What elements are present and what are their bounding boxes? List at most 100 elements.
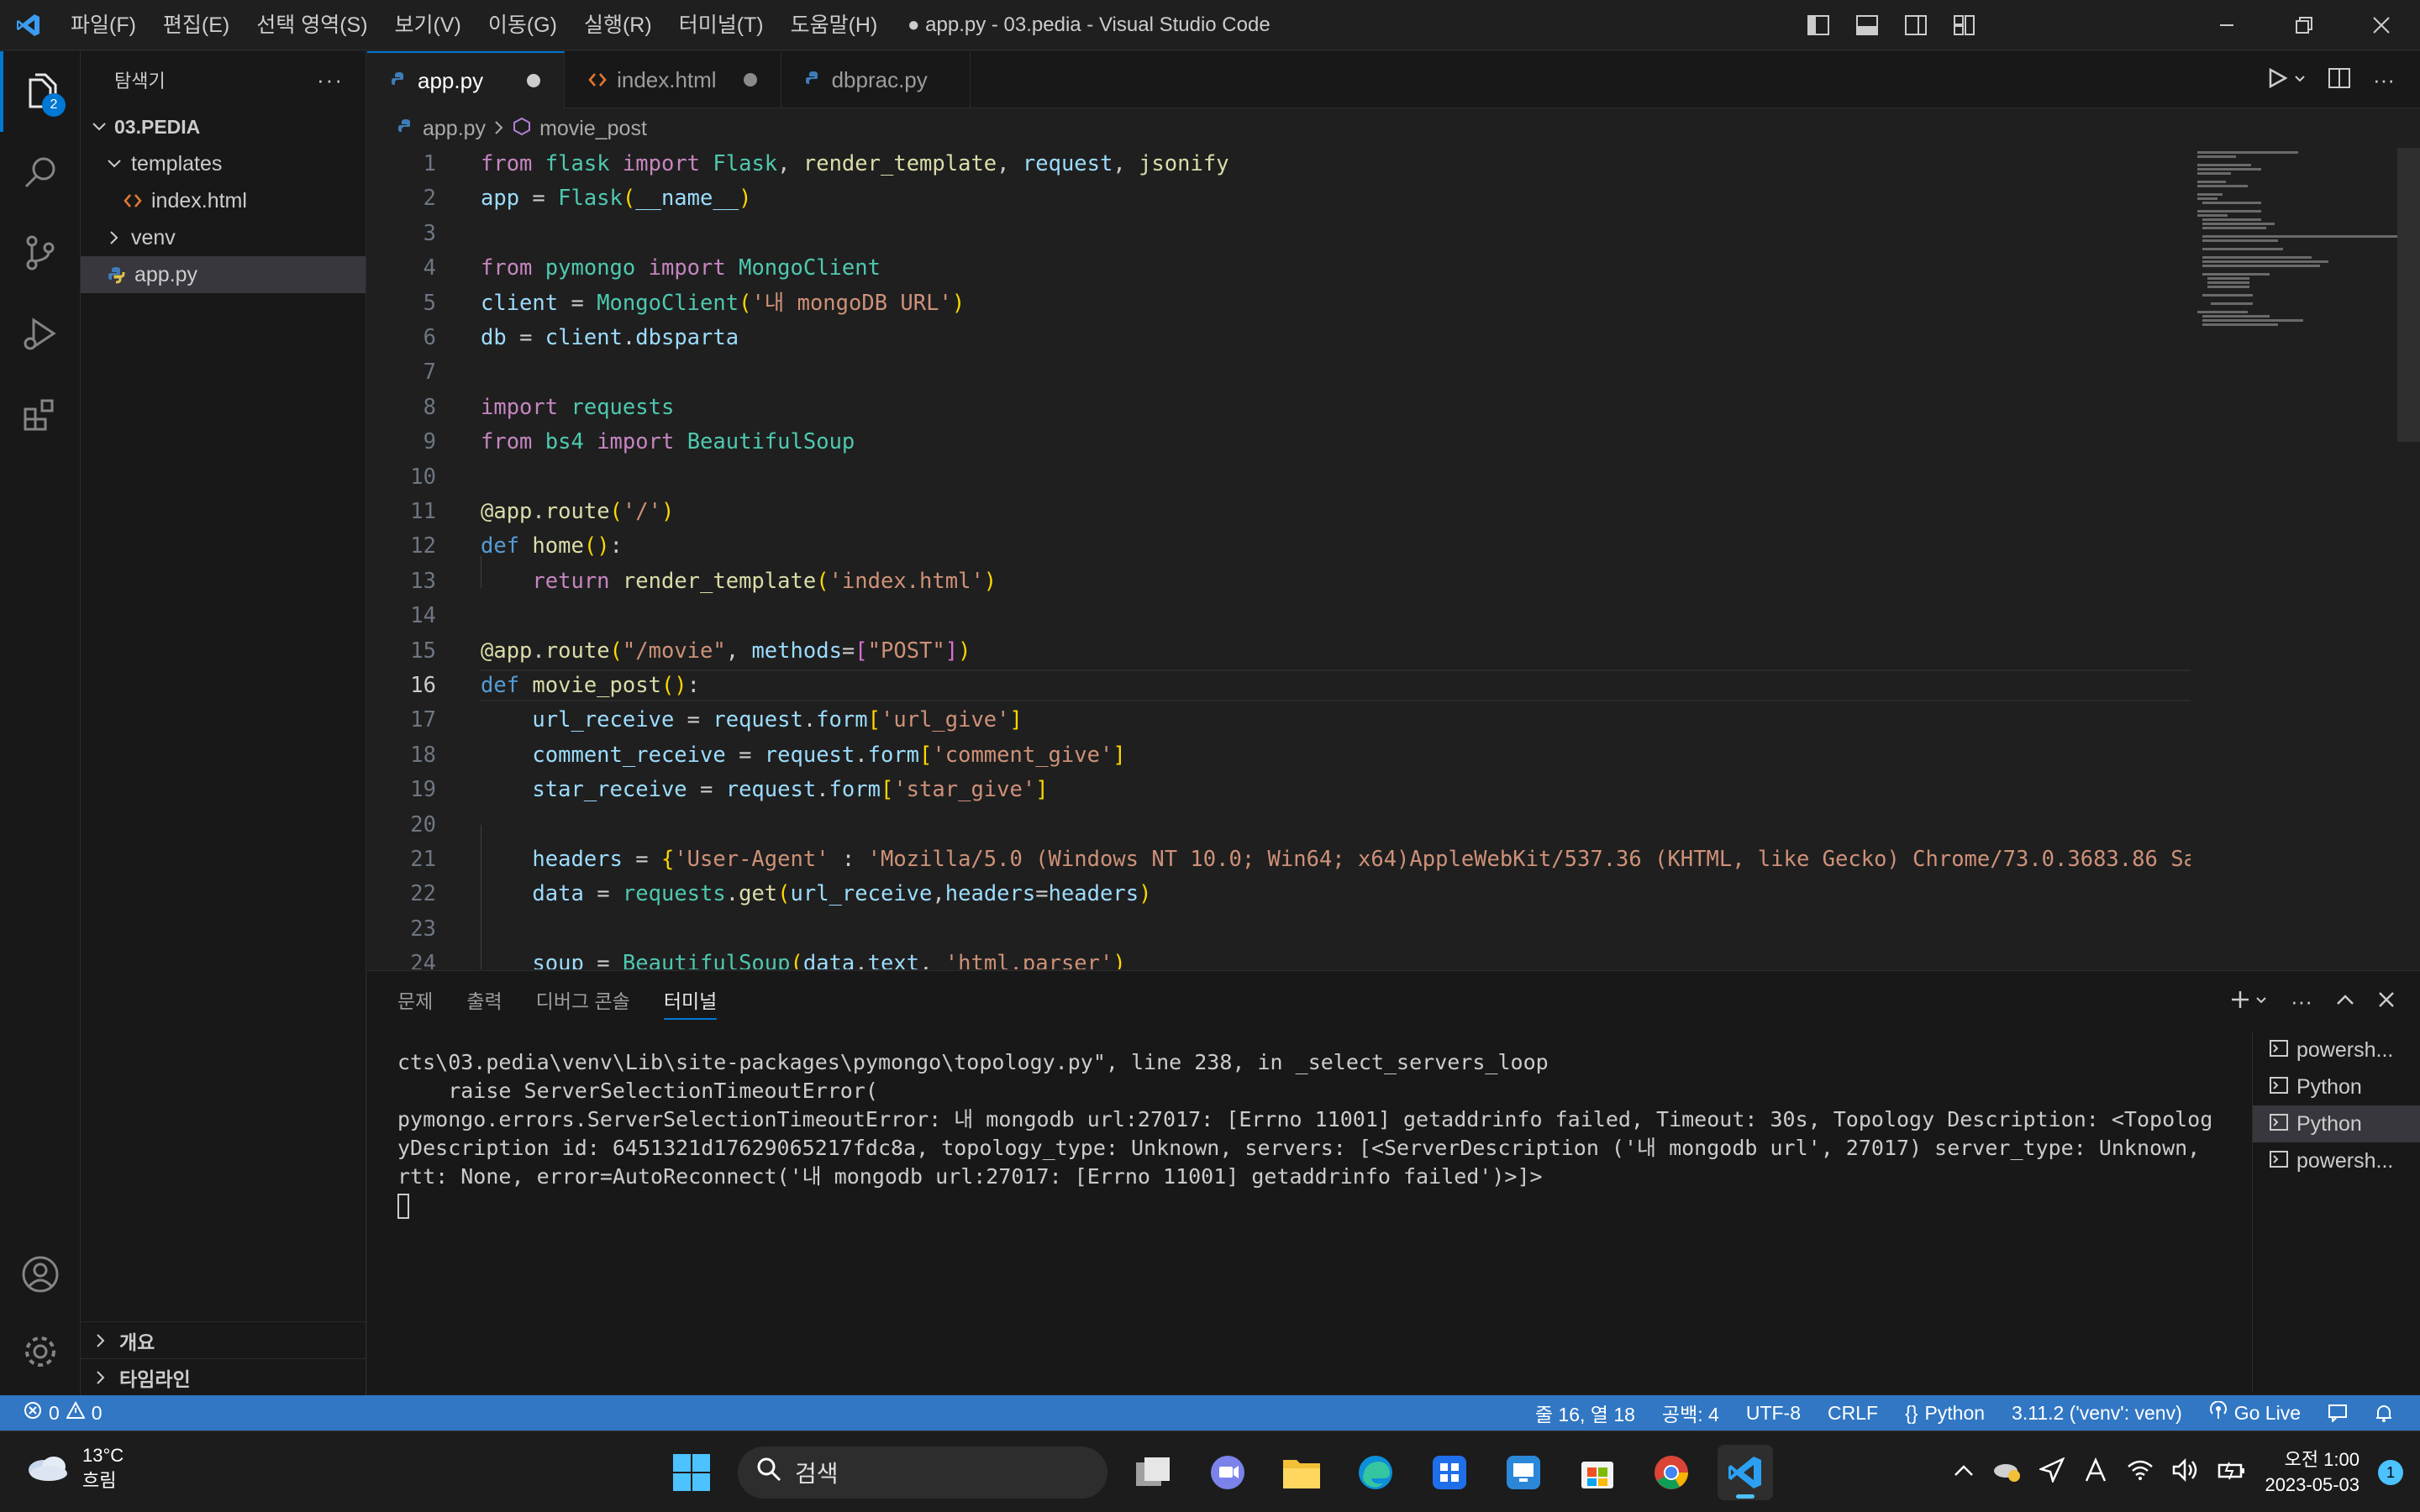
- toggle-panel-icon[interactable]: [1849, 7, 1886, 44]
- task-view-icon[interactable]: [1126, 1445, 1181, 1500]
- tab-terminal[interactable]: 터미널: [663, 983, 718, 1020]
- tab-debug-console[interactable]: 디버그 콘솔: [536, 983, 630, 1020]
- language-mode[interactable]: {} Python: [1891, 1395, 1998, 1431]
- teams-chat-icon[interactable]: [1200, 1445, 1255, 1500]
- menu-terminal[interactable]: 터미널(T): [666, 7, 777, 44]
- menu-view[interactable]: 보기(V): [381, 7, 475, 44]
- terminal-output[interactable]: cts\03.pedia\venv\Lib\site-packages\pymo…: [397, 1048, 2420, 1220]
- search-icon[interactable]: [0, 132, 81, 213]
- accounts-icon[interactable]: [0, 1234, 81, 1315]
- code-editor[interactable]: 1 from flask import Flask, render_templat…: [367, 148, 2191, 969]
- customize-layout-icon[interactable]: [1946, 7, 1983, 44]
- restore-icon[interactable]: [2265, 0, 2343, 50]
- split-editor-icon[interactable]: [2328, 67, 2351, 93]
- run-python-file-icon[interactable]: [2267, 67, 2288, 93]
- explorer-icon[interactable]: 2: [0, 51, 81, 132]
- go-live-button[interactable]: Go Live: [2196, 1395, 2314, 1431]
- editor-scrollbar[interactable]: [2397, 148, 2420, 969]
- close-panel-icon[interactable]: [2378, 991, 2395, 1012]
- minimize-icon[interactable]: [2188, 0, 2265, 50]
- chevron-right-icon: [89, 1370, 113, 1385]
- chrome-browser-icon[interactable]: [1644, 1445, 1699, 1500]
- modified-dot-icon[interactable]: [527, 74, 541, 87]
- encoding[interactable]: UTF-8: [1733, 1395, 1814, 1431]
- code-line: 2 app = Flask(__name__): [423, 186, 752, 212]
- chevron-up-icon[interactable]: [1954, 1463, 1974, 1481]
- app-widget-icon[interactable]: [1422, 1445, 1477, 1500]
- weather-temp: 13°C: [82, 1445, 124, 1466]
- microsoft-store-icon[interactable]: [1570, 1445, 1625, 1500]
- scroll-thumb[interactable]: [2397, 148, 2420, 442]
- tree-item-app-py[interactable]: app.py: [81, 256, 366, 293]
- close-icon[interactable]: [2343, 0, 2420, 50]
- cursor-position[interactable]: 줄 16, 열 18: [1522, 1395, 1649, 1431]
- more-actions-icon[interactable]: ···: [2373, 67, 2395, 93]
- windows-start-icon[interactable]: [664, 1445, 719, 1500]
- toggle-primary-sidebar-icon[interactable]: [1800, 7, 1837, 44]
- extensions-icon[interactable]: [0, 374, 81, 454]
- clock[interactable]: 오전 1:00 2023-05-03: [2265, 1447, 2360, 1498]
- new-terminal-icon[interactable]: [2230, 990, 2250, 1014]
- menu-file[interactable]: 파일(F): [57, 7, 150, 44]
- taskbar-search[interactable]: 검색: [738, 1446, 1107, 1499]
- modified-dot-icon[interactable]: [743, 73, 757, 87]
- remote-desktop-icon[interactable]: [1496, 1445, 1551, 1500]
- maximize-panel-icon[interactable]: [2336, 994, 2354, 1010]
- tab-index-html[interactable]: index.html: [565, 51, 781, 108]
- chevron-down-icon[interactable]: [2294, 72, 2306, 87]
- tree-item-index-html[interactable]: index.html: [81, 182, 366, 219]
- problems-status[interactable]: 0 0: [0, 1395, 116, 1431]
- tree-item-templates[interactable]: templates: [81, 145, 366, 182]
- volume-icon[interactable]: [2172, 1457, 2199, 1486]
- vscode-taskbar-icon[interactable]: [1718, 1444, 1773, 1500]
- edge-browser-icon[interactable]: [1348, 1445, 1403, 1500]
- menu-run[interactable]: 실행(R): [571, 7, 666, 44]
- more-actions-icon[interactable]: ···: [317, 67, 344, 93]
- cloud-icon: [25, 1450, 71, 1488]
- file-explorer-icon[interactable]: [1274, 1445, 1329, 1500]
- ime-indicator-icon[interactable]: [2083, 1457, 2108, 1487]
- error-icon: [24, 1401, 42, 1425]
- terminal-item-powershell-2[interactable]: powersh...: [2253, 1142, 2420, 1179]
- notification-badge[interactable]: 1: [2378, 1459, 2403, 1485]
- indentation[interactable]: 공백: 4: [1649, 1395, 1733, 1431]
- menu-help[interactable]: 도움말(H): [777, 7, 892, 44]
- onedrive-icon[interactable]: [1992, 1457, 2021, 1487]
- tab-problems[interactable]: 문제: [397, 983, 433, 1020]
- tree-item-venv[interactable]: venv: [81, 219, 366, 256]
- more-actions-icon[interactable]: ···: [2291, 989, 2312, 1015]
- tab-app-py[interactable]: app.py: [367, 51, 566, 108]
- toggle-secondary-sidebar-icon[interactable]: [1897, 7, 1934, 44]
- outline-section[interactable]: 개요: [81, 1321, 366, 1358]
- title-bar: 파일(F) 편집(E) 선택 영역(S) 보기(V) 이동(G) 실행(R) 터…: [0, 0, 2420, 50]
- terminal-item-python[interactable]: Python: [2253, 1068, 2420, 1105]
- notifications-bell-icon[interactable]: [2361, 1395, 2407, 1431]
- python-interpreter[interactable]: 3.11.2 ('venv': venv): [1998, 1395, 2196, 1431]
- run-debug-icon[interactable]: [0, 293, 81, 374]
- menu-edit[interactable]: 편집(E): [150, 7, 243, 44]
- wifi-icon[interactable]: [2127, 1459, 2154, 1485]
- workspace-root[interactable]: 03.PEDIA: [81, 108, 366, 145]
- breadcrumb-symbol[interactable]: movie_post: [539, 117, 647, 141]
- end-of-line[interactable]: CRLF: [1814, 1395, 1891, 1431]
- tab-dbprac-py[interactable]: dbprac.py: [781, 51, 971, 108]
- vscode-logo-icon[interactable]: [0, 0, 57, 50]
- menu-go[interactable]: 이동(G): [475, 7, 571, 44]
- minimap[interactable]: [2191, 148, 2397, 969]
- feedback-icon[interactable]: [2314, 1395, 2361, 1431]
- language-label: Python: [1924, 1401, 1986, 1424]
- clock-date: 2023-05-03: [2265, 1473, 2360, 1495]
- weather-widget[interactable]: 13°C 흐림: [25, 1443, 124, 1494]
- terminal-item-python-active[interactable]: Python: [2253, 1105, 2420, 1142]
- battery-icon[interactable]: [2217, 1460, 2246, 1484]
- timeline-section[interactable]: 타임라인: [81, 1358, 366, 1395]
- location-icon[interactable]: [2038, 1457, 2066, 1487]
- code-line: 7: [423, 360, 436, 386]
- breadcrumb-file[interactable]: app.py: [423, 117, 486, 141]
- source-control-icon[interactable]: [0, 213, 81, 293]
- tab-output[interactable]: 출력: [466, 983, 502, 1020]
- chevron-down-icon[interactable]: [2255, 994, 2267, 1009]
- terminal-item-powershell[interactable]: powersh...: [2253, 1032, 2420, 1068]
- menu-selection[interactable]: 선택 영역(S): [243, 7, 381, 44]
- manage-gear-icon[interactable]: [0, 1311, 81, 1392]
